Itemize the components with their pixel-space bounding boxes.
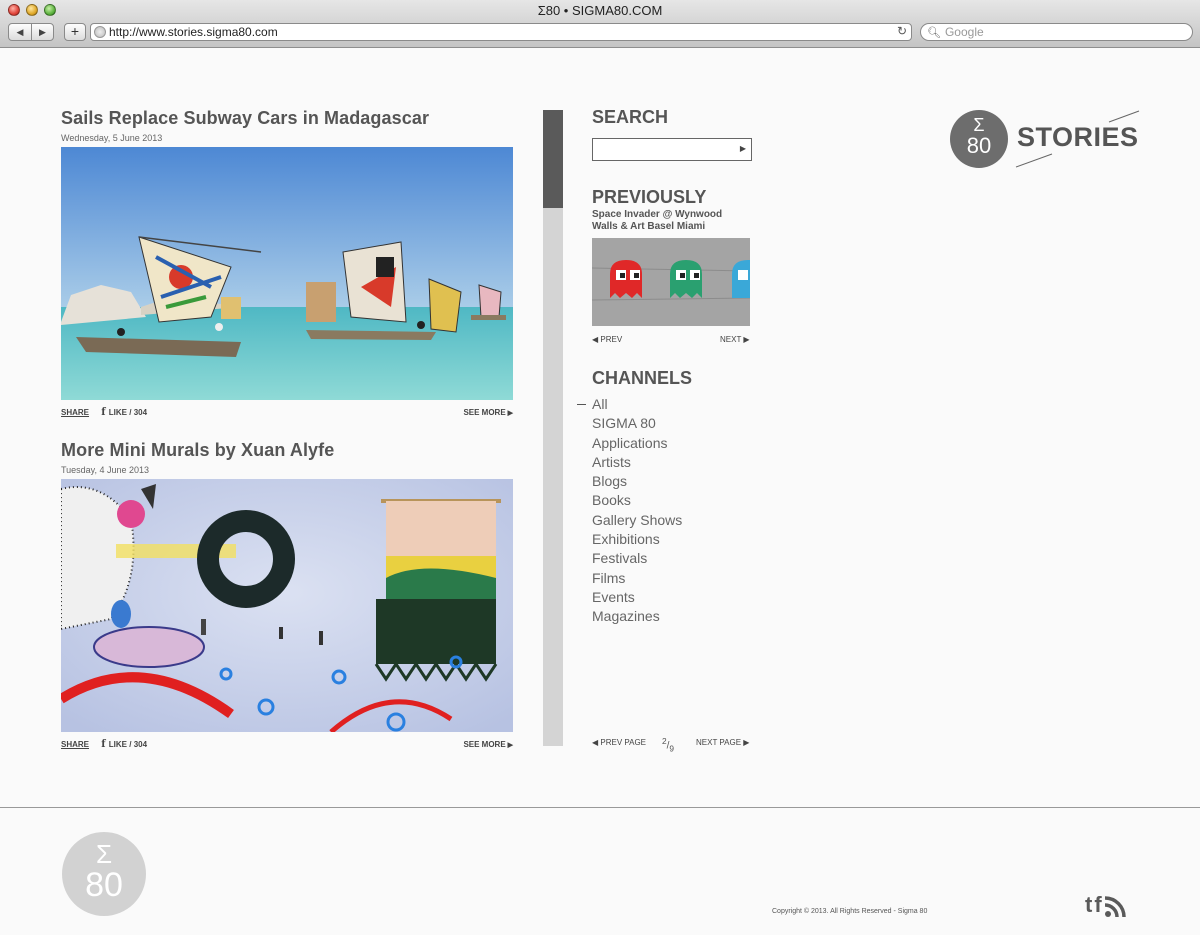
browser-chrome: Σ80 • SIGMA80.COM ◀ ▶ + http://www.stori… [0,0,1200,48]
footer-logo-number: 80 [85,866,123,904]
channel-exhibitions[interactable]: Exhibitions [592,530,762,549]
post-image[interactable] [61,147,513,400]
channel-blogs[interactable]: Blogs [592,472,762,491]
copyright-text: Copyright © 2013. All Rights Reserved - … [772,908,928,915]
search-input[interactable]: ▶ [592,138,752,161]
like-count: / 304 [129,408,148,417]
like-link[interactable]: LIKE [109,740,127,749]
previously-section: PREVIOUSLY Space Invader @ Wynwood Walls… [592,187,762,233]
search-heading: SEARCH [592,107,669,127]
previously-next-link[interactable]: NEXT ▶ [720,335,750,344]
channels-list: All SIGMA 80 Applications Artists Blogs … [577,395,762,627]
facebook-icon: f [101,407,106,418]
channel-books[interactable]: Books [592,491,762,510]
page-indicator: 2/9 [662,736,675,754]
logo-slash-lines [1015,110,1140,168]
post-date: Tuesday, 4 June 2013 [61,465,150,475]
previously-prev-link[interactable]: ◀ PREV [592,335,622,344]
social-links: t f [1085,892,1126,918]
twitter-icon[interactable]: t [1085,892,1092,918]
see-more-link[interactable]: SEE MORE [463,408,513,417]
rss-icon[interactable] [1104,896,1126,918]
channel-films[interactable]: Films [592,569,762,588]
channel-applications[interactable]: Applications [592,434,762,453]
post-title[interactable]: More Mini Murals by Xuan Alyfe [61,440,513,461]
add-bookmark-button[interactable]: + [64,23,86,41]
url-text[interactable]: http://www.stories.sigma80.com [109,25,278,39]
window-title: Σ80 • SIGMA80.COM [537,3,663,18]
post-image[interactable] [61,479,513,732]
address-bar[interactable]: http://www.stories.sigma80.com ↻ [90,23,912,41]
back-button[interactable]: ◀ [9,24,31,40]
like-count: / 304 [129,740,148,749]
channel-events[interactable]: Events [592,588,762,607]
facebook-social-icon[interactable]: f [1094,892,1101,918]
footer-logo[interactable]: Σ 80 [62,832,146,916]
reload-icon[interactable]: ↻ [897,24,907,38]
post-actions: SHARE f LIKE / 304 SEE MORE [61,407,513,418]
post-title[interactable]: Sails Replace Subway Cars in Madagascar [61,108,513,129]
facebook-icon: f [101,739,106,750]
content-scrollbar[interactable] [543,110,563,746]
see-more-link[interactable]: SEE MORE [463,740,513,749]
previously-heading: PREVIOUSLY [592,187,707,207]
share-link[interactable]: SHARE [61,408,89,417]
total-pages: 9 [669,743,675,754]
channel-sigma-80[interactable]: SIGMA 80 [592,414,762,433]
search-icon: 🔍︎ [927,26,941,39]
prev-page-link[interactable]: ◀ PREV PAGE [592,738,646,747]
logo-sigma: Σ [973,115,985,135]
channel-gallery-shows[interactable]: Gallery Shows [592,511,762,530]
scrollbar-thumb[interactable] [543,110,563,208]
channel-all[interactable]: All [577,395,762,414]
globe-icon [94,26,106,38]
post-card: More Mini Murals by Xuan Alyfe Tuesday, … [61,440,513,750]
post-actions: SHARE f LIKE / 304 SEE MORE [61,739,513,750]
channel-festivals[interactable]: Festivals [592,549,762,568]
history-nav: ◀ ▶ [8,23,54,41]
footer-divider [0,807,1200,808]
channel-artists[interactable]: Artists [592,453,762,472]
like-link[interactable]: LIKE [109,408,127,417]
search-submit-icon[interactable]: ▶ [740,144,746,153]
browser-search-field[interactable]: 🔍︎ Google [920,23,1193,41]
next-page-link[interactable]: NEXT PAGE ▶ [696,738,749,747]
previously-caption[interactable]: Space Invader @ Wynwood Walls & Art Base… [592,209,742,233]
post-date: Wednesday, 5 June 2013 [61,133,163,143]
sigma80-logo-mark: Σ 80 [950,110,1008,168]
channel-magazines[interactable]: Magazines [592,607,762,626]
search-placeholder: Google [944,25,984,39]
forward-button[interactable]: ▶ [31,24,53,40]
footer-logo-sigma: Σ [95,839,113,869]
share-link[interactable]: SHARE [61,740,89,749]
logo-number: 80 [966,133,992,158]
current-page: 2 [662,736,667,746]
channels-heading: CHANNELS [592,368,693,388]
site-logo[interactable]: Σ 80 STORIES [950,110,1145,170]
previously-image[interactable] [592,238,750,326]
post-card: Sails Replace Subway Cars in Madagascar … [61,108,513,418]
